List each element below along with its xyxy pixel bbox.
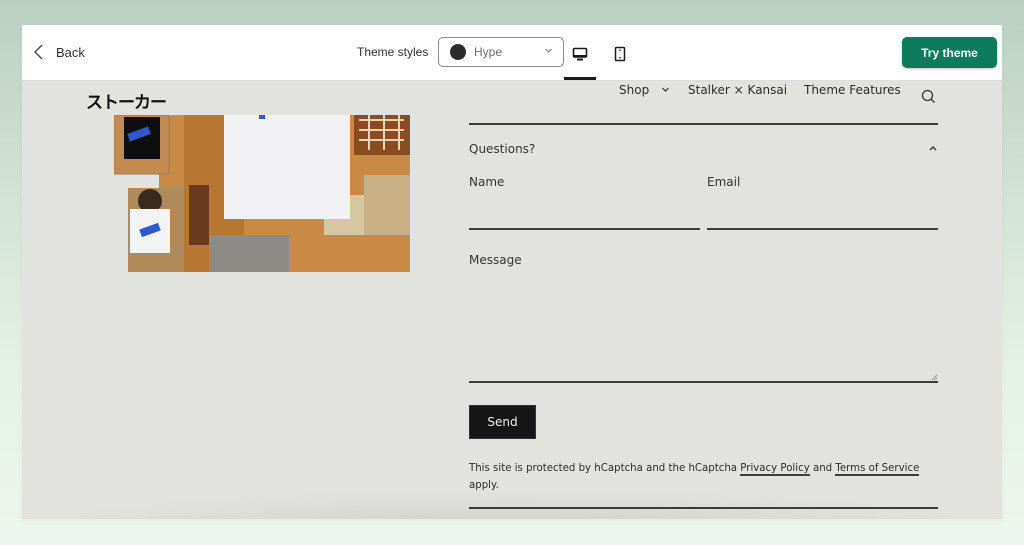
back-button[interactable]: Back — [32, 41, 85, 63]
privacy-policy-link[interactable]: Privacy Policy — [740, 463, 810, 476]
desktop-icon — [572, 47, 588, 60]
message-label: Message — [469, 253, 522, 267]
email-input-underline — [707, 228, 938, 230]
search-button[interactable] — [921, 89, 936, 107]
chevron-up-icon[interactable] — [928, 144, 938, 152]
desktop-view-button[interactable] — [564, 39, 596, 69]
hcaptcha-notice: This site is protected by hCaptcha and t… — [469, 463, 920, 491]
message-textarea[interactable] — [469, 275, 938, 380]
chevron-left-icon — [34, 44, 43, 60]
chevron-down-icon — [662, 87, 669, 92]
questions-accordion-toggle[interactable]: Questions? — [469, 142, 535, 156]
email-label: Email — [707, 175, 741, 189]
name-input-underline — [469, 228, 700, 230]
search-icon — [921, 89, 935, 103]
footer-divider — [469, 507, 938, 509]
try-theme-button[interactable]: Try theme — [902, 37, 997, 68]
style-swatch — [450, 44, 466, 60]
nav-item-stalker-kansai[interactable]: Stalker × Kansai — [688, 83, 787, 97]
chevron-down-icon — [545, 48, 552, 53]
mobile-icon — [614, 46, 626, 62]
message-textarea-underline — [469, 381, 938, 383]
product-collage-image — [114, 115, 410, 272]
section-divider — [469, 123, 938, 125]
preview-toolbar: Back Theme styles Hype Try theme — [22, 25, 1002, 81]
nav-item-theme-features[interactable]: Theme Features — [804, 83, 901, 97]
active-view-indicator — [564, 77, 596, 80]
back-label: Back — [56, 44, 85, 60]
mobile-view-button[interactable] — [604, 39, 636, 69]
theme-style-value: Hype — [474, 45, 503, 59]
terms-of-service-link[interactable]: Terms of Service — [835, 463, 920, 476]
name-label: Name — [469, 175, 505, 189]
nav-item-shop[interactable]: Shop — [619, 83, 670, 97]
store-logo[interactable]: ストーカー — [86, 88, 167, 113]
theme-style-select[interactable]: Hype — [438, 37, 564, 67]
name-input[interactable] — [469, 201, 700, 227]
send-button[interactable]: Send — [469, 405, 536, 439]
theme-styles-label: Theme styles — [357, 45, 429, 59]
theme-preview-frame: Back Theme styles Hype Try theme ストーカー S… — [22, 25, 1002, 519]
resize-handle-icon[interactable] — [931, 374, 938, 381]
email-input[interactable] — [707, 201, 938, 227]
